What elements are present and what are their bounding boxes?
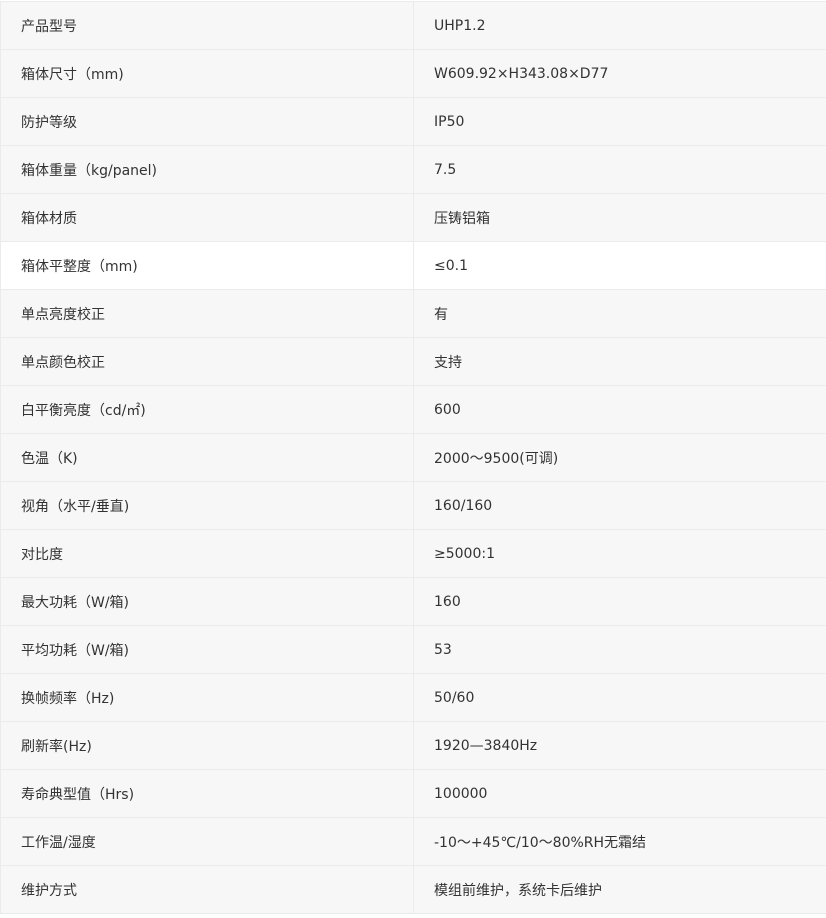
spec-label: 白平衡亮度（cd/㎡) bbox=[0, 385, 414, 434]
table-row: 对比度 ≥5000:1 bbox=[0, 529, 826, 578]
spec-value: W609.92×H343.08×D77 bbox=[413, 49, 826, 98]
spec-value: 压铸铝箱 bbox=[413, 193, 826, 242]
spec-value: IP50 bbox=[413, 97, 826, 146]
table-row: 产品型号 UHP1.2 bbox=[0, 1, 826, 50]
spec-value: 53 bbox=[413, 625, 826, 674]
table-row: 最大功耗（W/箱) 160 bbox=[0, 577, 826, 626]
table-row: 单点颜色校正 支持 bbox=[0, 337, 826, 386]
table-row: 寿命典型值（Hrs) 100000 bbox=[0, 769, 826, 818]
spec-value: 50/60 bbox=[413, 673, 826, 722]
table-row: 平均功耗（W/箱) 53 bbox=[0, 625, 826, 674]
table-row: 箱体重量（kg/panel) 7.5 bbox=[0, 145, 826, 194]
table-row: 刷新率(Hz) 1920—3840Hz bbox=[0, 721, 826, 770]
spec-value: 7.5 bbox=[413, 145, 826, 194]
table-row: 箱体平整度（mm) ≤0.1 bbox=[0, 241, 826, 290]
spec-value: ≥5000:1 bbox=[413, 529, 826, 578]
table-row: 换帧频率（Hz) 50/60 bbox=[0, 673, 826, 722]
table-row: 防护等级 IP50 bbox=[0, 97, 826, 146]
spec-label: 单点颜色校正 bbox=[0, 337, 414, 386]
spec-label: 产品型号 bbox=[0, 1, 414, 50]
table-row: 白平衡亮度（cd/㎡) 600 bbox=[0, 385, 826, 434]
spec-value: 模组前维护，系统卡后维护 bbox=[413, 865, 826, 914]
spec-table: 产品型号 UHP1.2 箱体尺寸（mm) W609.92×H343.08×D77 防护等… bbox=[0, 1, 826, 914]
spec-value: 支持 bbox=[413, 337, 826, 386]
spec-label: 最大功耗（W/箱) bbox=[0, 577, 414, 626]
table-row: 视角（水平/垂直) 160/160 bbox=[0, 481, 826, 530]
spec-value: 160/160 bbox=[413, 481, 826, 530]
spec-label: 平均功耗（W/箱) bbox=[0, 625, 414, 674]
table-row: 维护方式 模组前维护，系统卡后维护 bbox=[0, 865, 826, 914]
spec-value: UHP1.2 bbox=[413, 1, 826, 50]
table-row: 工作温/湿度 -10～+45℃/10～80%RH无霜结 bbox=[0, 817, 826, 866]
spec-value: 2000～9500(可调) bbox=[413, 433, 826, 482]
spec-label: 换帧频率（Hz) bbox=[0, 673, 414, 722]
spec-label: 工作温/湿度 bbox=[0, 817, 414, 866]
spec-value: 160 bbox=[413, 577, 826, 626]
spec-label: 刷新率(Hz) bbox=[0, 721, 414, 770]
spec-label: 色温（K) bbox=[0, 433, 414, 482]
spec-label: 对比度 bbox=[0, 529, 414, 578]
spec-label: 箱体材质 bbox=[0, 193, 414, 242]
spec-label: 单点亮度校正 bbox=[0, 289, 414, 338]
spec-table-body: 产品型号 UHP1.2 箱体尺寸（mm) W609.92×H343.08×D77 防护等… bbox=[0, 1, 826, 914]
spec-label: 箱体尺寸（mm) bbox=[0, 49, 414, 98]
spec-label: 寿命典型值（Hrs) bbox=[0, 769, 414, 818]
spec-label: 防护等级 bbox=[0, 97, 414, 146]
table-row: 色温（K) 2000～9500(可调) bbox=[0, 433, 826, 482]
spec-label: 箱体平整度（mm) bbox=[0, 241, 414, 290]
spec-value: 有 bbox=[413, 289, 826, 338]
spec-value: ≤0.1 bbox=[413, 241, 826, 290]
spec-value: -10～+45℃/10～80%RH无霜结 bbox=[413, 817, 826, 866]
table-row: 箱体尺寸（mm) W609.92×H343.08×D77 bbox=[0, 49, 826, 98]
spec-value: 100000 bbox=[413, 769, 826, 818]
table-row: 单点亮度校正有 bbox=[0, 289, 826, 338]
spec-value: 600 bbox=[413, 385, 826, 434]
spec-label: 维护方式 bbox=[0, 865, 414, 914]
spec-label: 视角（水平/垂直) bbox=[0, 481, 414, 530]
spec-value: 1920—3840Hz bbox=[413, 721, 826, 770]
table-row: 箱体材质 压铸铝箱 bbox=[0, 193, 826, 242]
spec-label: 箱体重量（kg/panel) bbox=[0, 145, 414, 194]
